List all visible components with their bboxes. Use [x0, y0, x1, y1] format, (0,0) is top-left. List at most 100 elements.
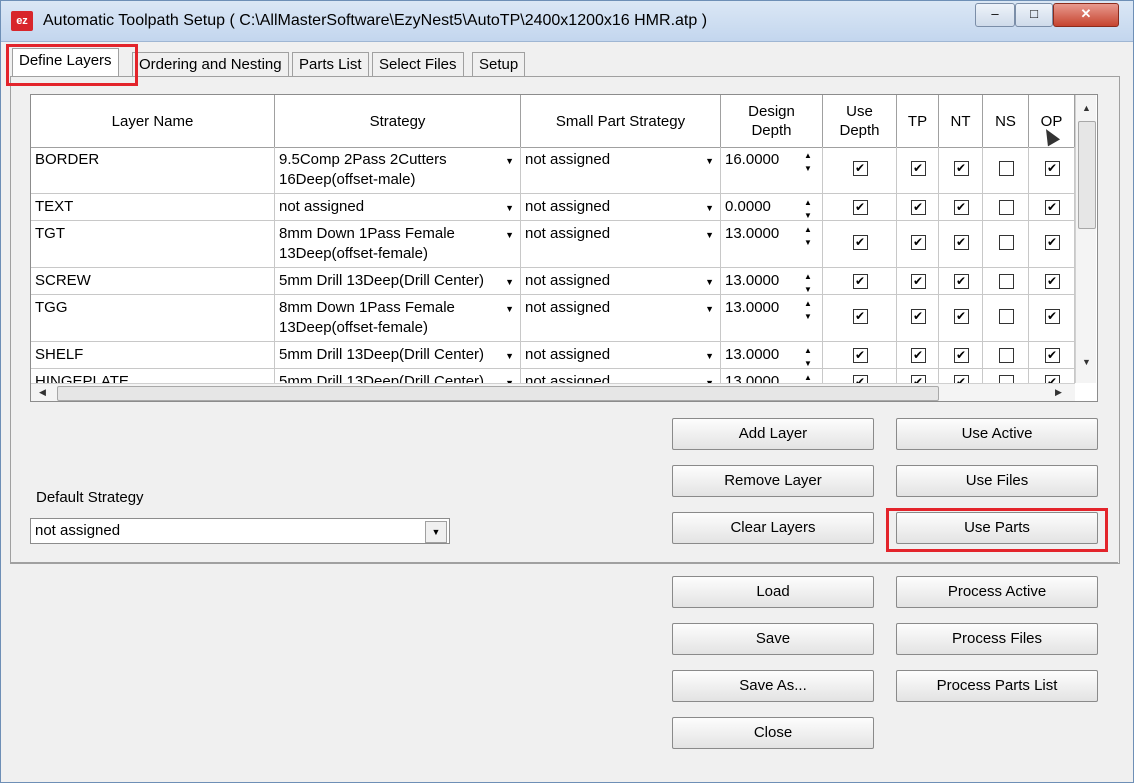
nt-checkbox[interactable]: ✔ [953, 235, 969, 250]
table-row[interactable]: TGT 8mm Down 1Pass Female 13Deep(offset-f… [31, 221, 1075, 268]
use-parts-button[interactable]: Use Parts [896, 512, 1098, 544]
op-checkbox-cell[interactable]: ✔ [1029, 147, 1075, 193]
op-checkbox[interactable]: ✔ [1044, 161, 1060, 176]
chevron-down-icon[interactable]: ▼ [705, 151, 714, 171]
spin-down-icon[interactable]: ▼ [799, 357, 817, 368]
chevron-down-icon[interactable]: ▼ [505, 151, 514, 171]
use-checkbox-cell[interactable]: ✔ [823, 268, 897, 294]
save-button[interactable]: Save [672, 623, 874, 655]
nt-checkbox-cell[interactable]: ✔ [939, 147, 983, 193]
tab-define-layers[interactable]: Define Layers [12, 48, 119, 77]
add-layer-button[interactable]: Add Layer [672, 418, 874, 450]
op-checkbox[interactable]: ✔ [1044, 348, 1060, 363]
ns-checkbox[interactable] [998, 274, 1014, 289]
chevron-down-icon[interactable]: ▼ [425, 521, 447, 543]
nt-checkbox-cell[interactable]: ✔ [939, 295, 983, 341]
ns-checkbox[interactable] [998, 309, 1014, 324]
remove-layer-button[interactable]: Remove Layer [672, 465, 874, 497]
vertical-scroll-thumb[interactable] [1078, 121, 1096, 229]
op-checkbox-cell[interactable]: ✔ [1029, 194, 1075, 220]
scroll-left-icon[interactable]: ◀ [39, 387, 46, 398]
nt-checkbox-cell[interactable]: ✔ [939, 221, 983, 267]
tp-checkbox-cell[interactable]: ✔ [897, 295, 939, 341]
nt-checkbox-cell[interactable]: ✔ [939, 342, 983, 368]
strategy-select[interactable]: 5mm Drill 13Deep(Drill Center) ▼ [275, 268, 521, 294]
nt-checkbox-cell[interactable]: ✔ [939, 194, 983, 220]
spin-down-icon[interactable]: ▼ [799, 236, 817, 249]
use-checkbox-cell[interactable]: ✔ [823, 295, 897, 341]
nt-checkbox[interactable]: ✔ [953, 200, 969, 215]
maximize-button[interactable]: □ [1015, 3, 1053, 27]
chevron-down-icon[interactable]: ▼ [705, 225, 714, 245]
column-header[interactable]: Use Depth [823, 95, 897, 147]
strategy-select[interactable]: 5mm Drill 13Deep(Drill Center) ▼ [275, 342, 521, 368]
op-checkbox-cell[interactable]: ✔ [1029, 295, 1075, 341]
tp-checkbox[interactable]: ✔ [910, 161, 926, 176]
ns-checkbox-cell[interactable] [983, 295, 1029, 341]
chevron-down-icon[interactable]: ▼ [505, 225, 514, 245]
op-checkbox[interactable]: ✔ [1044, 309, 1060, 324]
column-header[interactable]: Design Depth [721, 95, 823, 147]
ns-checkbox-cell[interactable] [983, 342, 1029, 368]
nt-checkbox-cell[interactable]: ✔ [939, 268, 983, 294]
spin-up-icon[interactable]: ▲ [799, 270, 817, 283]
default-strategy-select[interactable]: not assigned ▼ [30, 518, 450, 544]
depth-spinner[interactable]: ▲▼ [799, 223, 817, 251]
layer-name-cell[interactable]: SCREW [31, 268, 275, 294]
horizontal-scrollbar[interactable]: ◀ ▶ [31, 383, 1075, 401]
chevron-down-icon[interactable]: ▼ [705, 299, 714, 319]
strategy-select[interactable]: 9.5Comp 2Pass 2Cutters 16Deep(offset-mal… [275, 147, 521, 193]
tp-checkbox[interactable]: ✔ [910, 200, 926, 215]
depth-spinner[interactable]: ▲▼ [799, 149, 817, 177]
column-header[interactable]: TP [897, 95, 939, 147]
table-row[interactable]: TEXT not assigned ▼ not assigned ▼ 0.0000 ▲ ▼ ✔ ✔… [31, 194, 1075, 221]
ns-checkbox[interactable] [998, 161, 1014, 176]
op-checkbox[interactable]: ✔ [1044, 235, 1060, 250]
nt-checkbox[interactable]: ✔ [953, 161, 969, 176]
tab-setup[interactable]: Setup [472, 52, 526, 77]
ns-checkbox-cell[interactable] [983, 268, 1029, 294]
close-window-button[interactable]: ✕ [1053, 3, 1119, 27]
design-depth-input[interactable]: 0.0000 ▲ ▼ [721, 194, 823, 220]
ns-checkbox[interactable] [998, 348, 1014, 363]
scroll-right-icon[interactable]: ▶ [1055, 387, 1062, 398]
op-checkbox[interactable]: ✔ [1044, 200, 1060, 215]
scroll-down-icon[interactable]: ▼ [1082, 357, 1091, 367]
spin-up-icon[interactable]: ▲ [799, 149, 817, 162]
tp-checkbox[interactable]: ✔ [910, 348, 926, 363]
small-part-strategy-select[interactable]: not assigned ▼ [521, 147, 721, 193]
design-depth-input[interactable]: 13.0000 ▲▼ [721, 221, 823, 267]
table-row[interactable]: BORDER 9.5Comp 2Pass 2Cutters 16Deep(offs… [31, 147, 1075, 194]
op-checkbox[interactable]: ✔ [1044, 274, 1060, 289]
use-checkbox-cell[interactable]: ✔ [823, 221, 897, 267]
small-part-strategy-select[interactable]: not assigned ▼ [521, 268, 721, 294]
table-row[interactable]: SHELF 5mm Drill 13Deep(Drill Center) ▼ not … [31, 342, 1075, 369]
strategy-select[interactable]: 8mm Down 1Pass Female 13Deep(offset-fema… [275, 221, 521, 267]
process-files-button[interactable]: Process Files [896, 623, 1098, 655]
design-depth-input[interactable]: 16.0000 ▲ ▼ [721, 147, 823, 193]
chevron-down-icon[interactable]: ▼ [505, 272, 514, 292]
design-depth-input[interactable]: 13.0000 ▲▼ [721, 342, 823, 368]
depth-spinner[interactable]: ▲▼ [799, 270, 817, 294]
column-header[interactable]: Small Part Strategy [521, 95, 721, 147]
spin-down-icon[interactable]: ▼ [799, 283, 817, 294]
spin-up-icon[interactable]: ▲ [799, 196, 817, 209]
small-part-strategy-select[interactable]: not assigned ▼ [521, 342, 721, 368]
use-checkbox[interactable]: ✔ [852, 348, 868, 363]
spin-up-icon[interactable]: ▲ [799, 223, 817, 236]
tp-checkbox-cell[interactable]: ✔ [897, 342, 939, 368]
tp-checkbox-cell[interactable]: ✔ [897, 194, 939, 220]
table-row[interactable]: TGG 8mm Down 1Pass Female 13Deep(offset-f… [31, 295, 1075, 342]
layer-name-cell[interactable]: SHELF [31, 342, 275, 368]
chevron-down-icon[interactable]: ▼ [705, 198, 714, 218]
use-checkbox[interactable]: ✔ [852, 200, 868, 215]
tp-checkbox-cell[interactable]: ✔ [897, 221, 939, 267]
op-checkbox-cell[interactable]: ✔ [1029, 268, 1075, 294]
design-depth-input[interactable]: 13.0000 ▲▼ [721, 295, 823, 341]
use-checkbox-cell[interactable]: ✔ [823, 194, 897, 220]
small-part-strategy-select[interactable]: not assigned ▼ [521, 221, 721, 267]
spin-down-icon[interactable]: ▼ [799, 310, 817, 323]
ns-checkbox[interactable] [998, 200, 1014, 215]
chevron-down-icon[interactable]: ▼ [705, 272, 714, 292]
spin-down-icon[interactable]: ▼ [799, 162, 817, 175]
